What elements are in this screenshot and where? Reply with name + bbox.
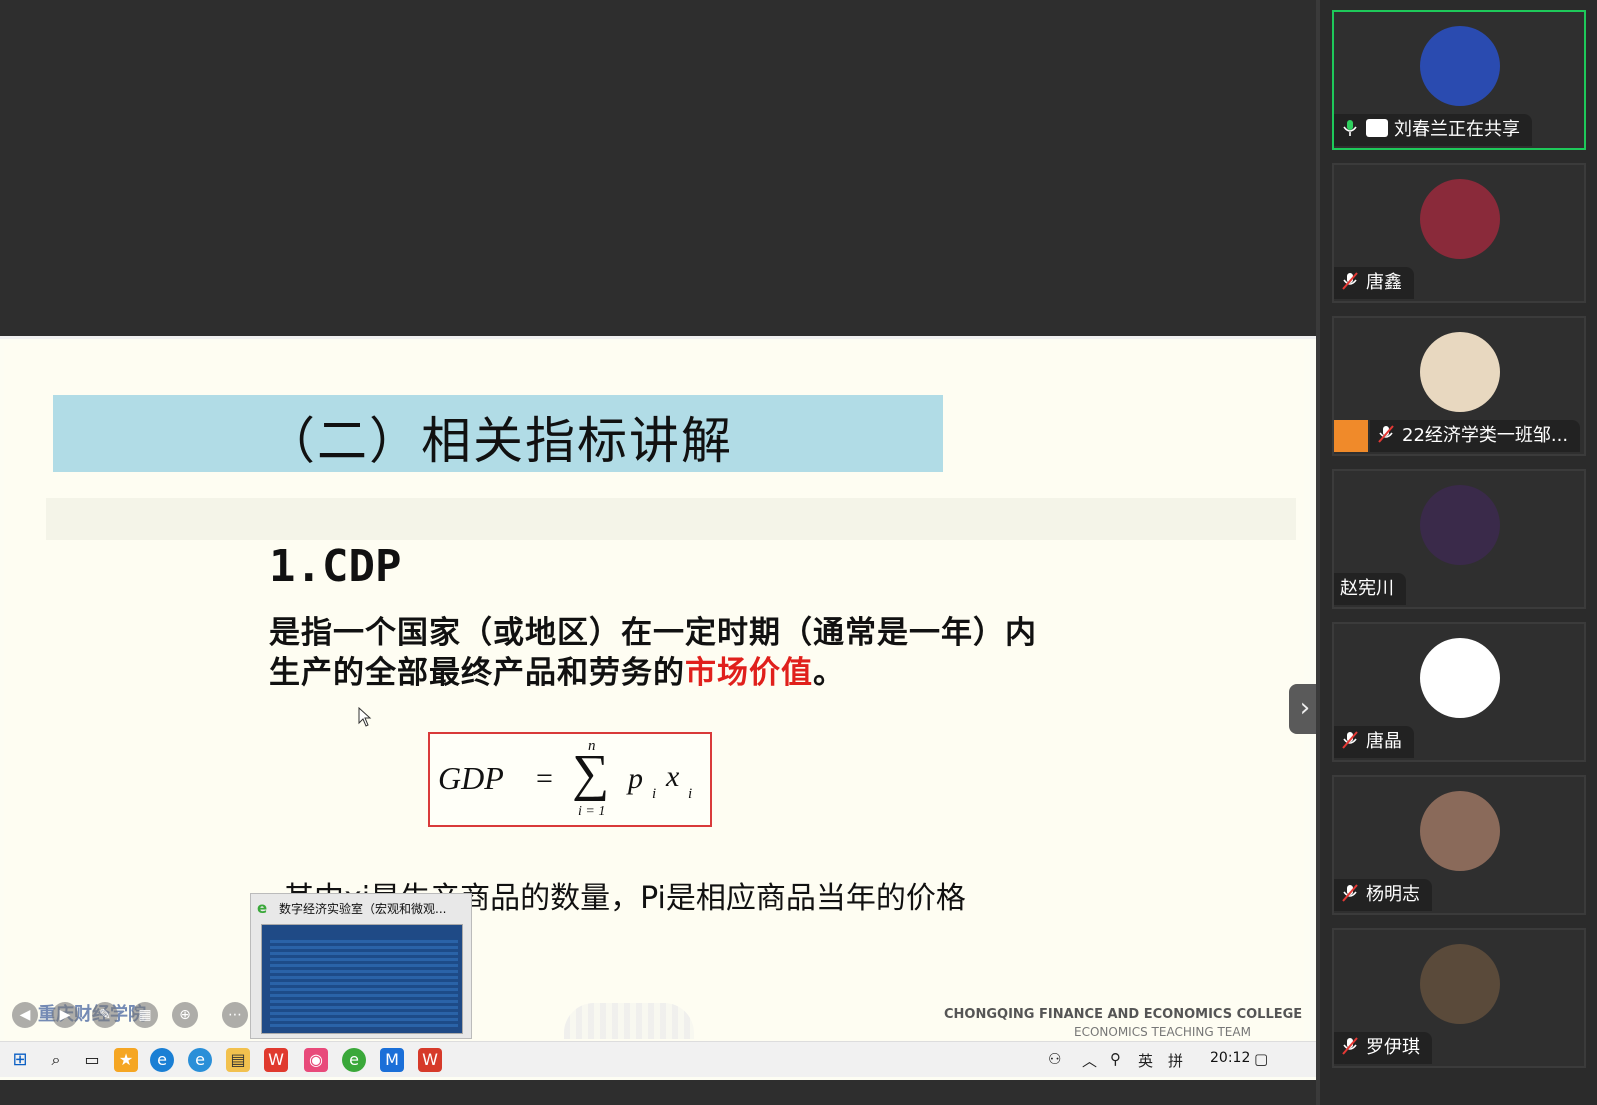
file-explorer-icon[interactable]: ▤ — [226, 1048, 250, 1072]
thumbnail-window-title: 数字经济实验室（宏观和微观... — [279, 902, 447, 916]
formula-equals: = — [536, 762, 553, 795]
mic-muted-icon — [1342, 731, 1358, 749]
formula-x: x — [666, 760, 680, 793]
taskbar-clock[interactable]: 20:12 — [1210, 1050, 1250, 1066]
network-icon[interactable]: ⚲ — [1110, 1050, 1121, 1068]
participant-name: 赵宪川 — [1340, 578, 1394, 599]
avatar — [1420, 638, 1500, 718]
search-icon[interactable]: ⌕ — [44, 1048, 68, 1072]
wps-office-icon[interactable]: W — [264, 1048, 288, 1072]
ie-browser-icon[interactable]: e — [188, 1048, 212, 1072]
host-user-icon — [1334, 420, 1368, 452]
formula-lower-limit: i = 1 — [578, 804, 606, 819]
mic-muted-icon — [1342, 884, 1358, 902]
previous-slide-icon[interactable]: ◀ — [12, 1002, 38, 1028]
windows-start-icon[interactable]: ⊞ — [8, 1048, 32, 1072]
app-star-icon[interactable]: ★ — [114, 1048, 138, 1072]
taskbar-thumbnail-popup[interactable]: e 数字经济实验室（宏观和微观... — [250, 893, 472, 1039]
participant-tile-3[interactable]: 22经济学类一班邹... — [1332, 316, 1586, 456]
slide-canvas: （二）相关指标讲解 1.CDP 是指一个国家（或地区）在一定时期（通常是一年）内… — [4, 343, 1304, 1043]
participant-name-tag: 罗伊琪 — [1334, 1032, 1432, 1064]
avatar — [1420, 944, 1500, 1024]
participant-tile-5[interactable]: 唐晶 — [1332, 622, 1586, 762]
formula-x-subscript: i — [688, 786, 693, 802]
tray-expand-icon[interactable]: ︿ — [1082, 1050, 1097, 1071]
thumbnail-table-preview — [270, 939, 458, 1027]
participant-tile-7[interactable]: 罗伊琪 — [1332, 928, 1586, 1068]
zoom-icon[interactable]: ⊕ — [172, 1002, 198, 1028]
participant-name-tag: 22经济学类一班邹... — [1370, 420, 1581, 452]
slide-grid-icon[interactable]: ▦ — [132, 1002, 158, 1028]
more-options-icon[interactable]: ⋯ — [222, 1002, 248, 1028]
avatar — [1420, 485, 1500, 565]
participant-name: 22经济学类一班邹... — [1402, 425, 1569, 446]
edge-browser-icon[interactable]: e — [150, 1048, 174, 1072]
footer-college-name: CHONGQING FINANCE AND ECONOMICS COLLEGE — [944, 1007, 1303, 1022]
meeting-app-icon[interactable]: M — [380, 1048, 404, 1072]
formula-lhs: GDP — [438, 760, 504, 796]
participant-name-tag: 赵宪川 — [1334, 573, 1406, 605]
participant-name: 唐晶 — [1366, 731, 1402, 752]
participant-tile-4[interactable]: 赵宪川 — [1332, 469, 1586, 609]
participant-name: 刘春兰正在共享 — [1394, 119, 1520, 140]
mic-on-icon — [1343, 120, 1357, 136]
task-view-icon[interactable]: ▭ — [80, 1048, 104, 1072]
participant-name: 罗伊琪 — [1366, 1037, 1420, 1058]
mic-muted-icon — [1342, 1037, 1358, 1055]
participant-name: 唐鑫 — [1366, 272, 1402, 293]
people-icon[interactable]: ⚇ — [1048, 1050, 1061, 1068]
ime-language[interactable]: 英 — [1138, 1050, 1153, 1071]
participant-name: 杨明志 — [1366, 884, 1420, 905]
formula-p-subscript: i — [652, 786, 657, 802]
avatar — [1420, 179, 1500, 259]
thumbnail-preview[interactable] — [261, 924, 463, 1034]
definition-suffix: 。 — [813, 655, 845, 691]
avatar — [1420, 332, 1500, 412]
wps-presentation-icon[interactable]: W — [418, 1048, 442, 1072]
participant-tile-6[interactable]: 杨明志 — [1332, 775, 1586, 915]
mic-muted-icon — [1378, 425, 1394, 443]
definition-prefix: 生产的全部最终产品和劳务的 — [269, 655, 685, 691]
participant-name-tag: 唐鑫 — [1334, 267, 1414, 299]
mic-muted-icon — [1342, 272, 1358, 290]
pen-tool-icon[interactable]: ✎ — [92, 1002, 118, 1028]
notification-icon[interactable]: ▢ — [1254, 1050, 1268, 1068]
slide-heading: 1.CDP — [269, 541, 402, 592]
participant-name-tag: 刘春兰正在共享 — [1334, 114, 1532, 146]
browser-icon: e — [257, 899, 268, 917]
slideshow-controls: ◀ ▶ ✎ ▦ ⊕ ⋯ — [12, 1002, 252, 1030]
avatar — [1420, 26, 1500, 106]
slide-title-bar: （二）相关指标讲解 — [53, 395, 943, 472]
shared-slide-window: （二）相关指标讲解 1.CDP 是指一个国家（或地区）在一定时期（通常是一年）内… — [0, 336, 1316, 1080]
mouse-cursor-icon — [358, 707, 372, 727]
screen-share-icon — [1366, 119, 1388, 137]
avatar — [1420, 791, 1500, 871]
college-building-watermark — [564, 1003, 694, 1039]
slide-title: （二）相关指标讲解 — [265, 412, 733, 470]
gdp-formula: GDP = n ∑ i = 1 p i x i — [428, 732, 712, 827]
shared-screen-area: （二）相关指标讲解 1.CDP 是指一个国家（或地区）在一定时期（通常是一年）内… — [0, 0, 1316, 1105]
slide-divider-band — [46, 498, 1296, 540]
media-app-icon[interactable]: ◉ — [304, 1048, 328, 1072]
participant-name-tag: 唐晶 — [1334, 726, 1414, 758]
participant-name-tag: 杨明志 — [1334, 879, 1432, 911]
participant-tile-1[interactable]: 刘春兰正在共享 — [1332, 10, 1586, 150]
definition-line-1: 是指一个国家（或地区）在一定时期（通常是一年）内 — [269, 615, 1037, 651]
formula-p: p — [628, 762, 643, 795]
formula-sum-symbol: ∑ — [572, 745, 610, 802]
definition-highlight: 市场价值 — [685, 655, 813, 691]
next-slide-icon[interactable]: ▶ — [52, 1002, 78, 1028]
definition-line-2: 生产的全部最终产品和劳务的市场价值。 — [269, 647, 845, 692]
ime-mode[interactable]: 拼 — [1168, 1050, 1183, 1071]
windows-taskbar: ⊞ ⌕ ▭ ★ e e ▤ W ◉ e M W ⚇ ︿ ⚲ 英 拼 20:12 … — [0, 1041, 1316, 1077]
participant-tile-2[interactable]: 唐鑫 — [1332, 163, 1586, 303]
browser-360-icon[interactable]: e — [342, 1048, 366, 1072]
footer-team-name: ECONOMICS TEACHING TEAM — [1074, 1025, 1251, 1039]
